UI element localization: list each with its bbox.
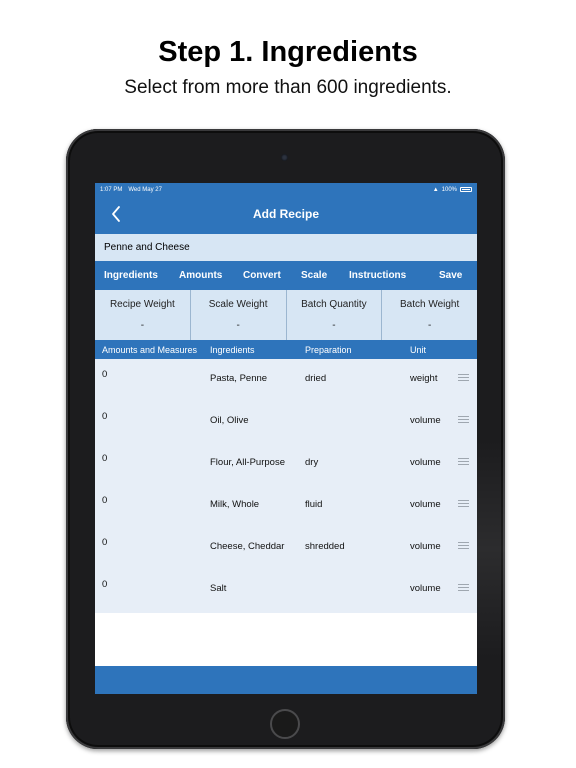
bottom-toolbar	[95, 666, 477, 694]
camera-icon	[281, 154, 288, 161]
summary-label: Scale Weight	[208, 299, 268, 310]
row-unit: volume	[410, 583, 441, 594]
row-amount[interactable]: 0	[102, 411, 107, 422]
promo-subline: Select from more than 600 ingredients.	[124, 77, 452, 98]
row-amount[interactable]: 0	[102, 453, 107, 464]
tab-ingredients[interactable]: Ingredients	[104, 261, 158, 290]
table-row[interactable]: 0 Cheese, Cheddar shredded volume	[95, 527, 477, 569]
ingredient-table: 0 Pasta, Penne dried weight 0 Oil, Olive…	[95, 359, 477, 613]
column-header-unit: Unit	[410, 345, 427, 355]
row-preparation: fluid	[305, 499, 323, 510]
summary-recipe-weight: Recipe Weight -	[95, 290, 191, 340]
row-ingredient: Cheese, Cheddar	[210, 541, 285, 552]
battery-icon	[460, 187, 472, 192]
tab-instructions[interactable]: Instructions	[349, 261, 406, 290]
drag-handle-icon[interactable]	[458, 584, 469, 591]
home-button[interactable]	[270, 709, 300, 739]
summary-value: -	[427, 320, 432, 331]
row-amount[interactable]: 0	[102, 369, 107, 380]
summary-batch-weight: Batch Weight -	[382, 290, 477, 340]
row-unit: weight	[410, 373, 438, 384]
summary-value: -	[140, 320, 145, 331]
page-title: Add Recipe	[252, 207, 319, 221]
row-amount[interactable]: 0	[102, 537, 107, 548]
row-ingredient: Salt	[210, 583, 227, 594]
drag-handle-icon[interactable]	[458, 458, 469, 465]
summary-value: -	[236, 320, 240, 331]
tab-bar: Ingredients Amounts Convert Scale Instru…	[95, 261, 477, 290]
table-row[interactable]: 0 Pasta, Penne dried weight	[95, 359, 477, 401]
navigation-bar: Add Recipe	[95, 196, 477, 234]
column-header-ingredients: Ingredients	[210, 345, 255, 355]
status-time: 1:07 PM	[100, 186, 123, 193]
battery-percent: 100%	[441, 186, 457, 193]
summary-label: Batch Weight	[399, 299, 460, 310]
table-row[interactable]: 0 Oil, Olive volume	[95, 401, 477, 443]
row-ingredient: Pasta, Penne	[210, 373, 268, 384]
row-ingredient: Flour, All-Purpose	[210, 457, 285, 468]
tab-scale[interactable]: Scale	[301, 261, 327, 290]
summary-scale-weight: Scale Weight -	[191, 290, 287, 340]
status-bar: 1:07 PM Wed May 27 ▲ 100%	[95, 183, 477, 196]
summary-panel: Recipe Weight - Scale Weight - Batch Qua…	[95, 290, 477, 340]
column-header-amounts: Amounts and Measures	[102, 345, 198, 355]
summary-value: -	[332, 320, 336, 331]
frame-glare	[475, 439, 505, 659]
column-header-preparation: Preparation	[305, 345, 352, 355]
row-amount[interactable]: 0	[102, 579, 107, 590]
drag-handle-icon[interactable]	[458, 500, 469, 507]
row-preparation: shredded	[305, 541, 345, 552]
summary-label: Batch Quantity	[301, 299, 367, 310]
row-ingredient: Oil, Olive	[210, 415, 249, 426]
row-unit: volume	[410, 415, 441, 426]
row-unit: volume	[410, 541, 441, 552]
row-preparation: dry	[305, 457, 319, 468]
drag-handle-icon[interactable]	[458, 542, 469, 549]
drag-handle-icon[interactable]	[458, 416, 469, 423]
row-amount[interactable]: 0	[102, 495, 107, 506]
tab-save[interactable]: Save	[439, 261, 462, 290]
table-row[interactable]: 0 Milk, Whole fluid volume	[95, 485, 477, 527]
wifi-icon: ▲	[432, 186, 439, 193]
summary-batch-quantity: Batch Quantity -	[287, 290, 383, 340]
ingredient-table-header: Amounts and Measures Ingredients Prepara…	[95, 340, 477, 359]
app-screen: 1:07 PM Wed May 27 ▲ 100% Add Recipe Pen…	[95, 183, 477, 694]
row-preparation: dried	[305, 373, 327, 384]
tab-convert[interactable]: Convert	[243, 261, 281, 290]
table-row[interactable]: 0 Flour, All-Purpose dry volume	[95, 443, 477, 485]
row-unit: volume	[410, 457, 441, 468]
recipe-name[interactable]: Penne and Cheese	[95, 234, 477, 261]
drag-handle-icon[interactable]	[458, 374, 469, 381]
status-right: ▲ 100%	[433, 187, 472, 193]
tab-amounts[interactable]: Amounts	[179, 261, 222, 290]
summary-label: Recipe Weight	[109, 299, 175, 310]
row-ingredient: Milk, Whole	[210, 499, 260, 510]
promo-headline: Step 1. Ingredients	[158, 36, 418, 68]
table-row[interactable]: 0 Salt volume	[95, 569, 477, 611]
status-date: Wed May 27	[128, 186, 162, 193]
row-unit: volume	[410, 499, 441, 510]
